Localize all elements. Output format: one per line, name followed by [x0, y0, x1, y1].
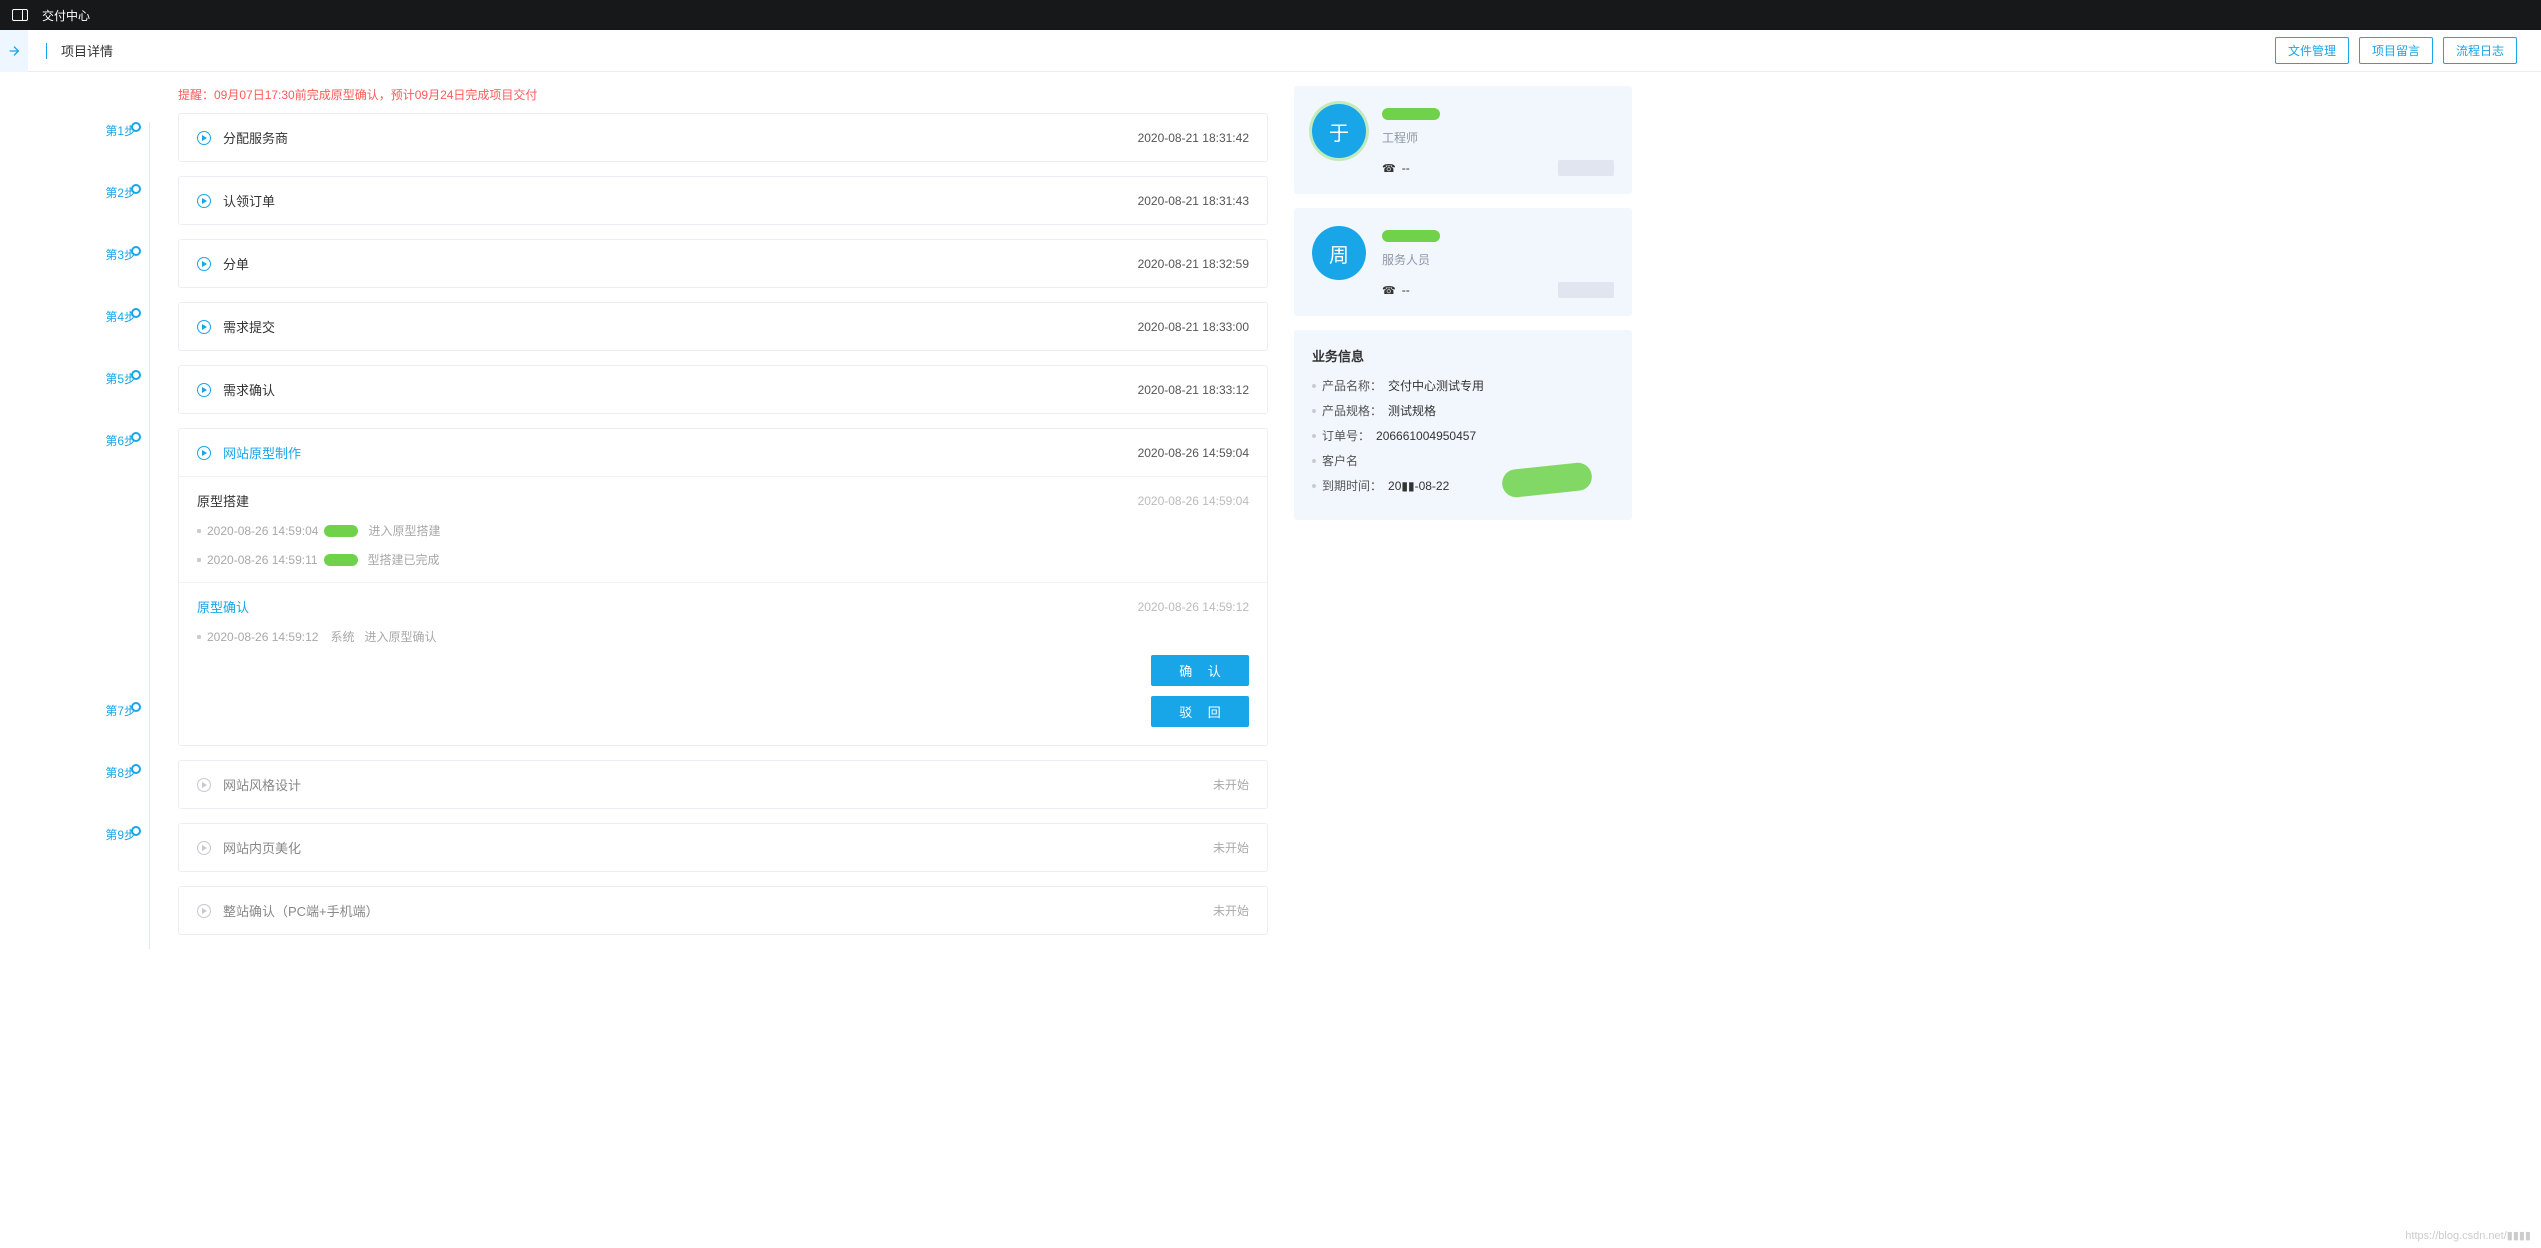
contact-phone: --: [1382, 282, 1614, 298]
contact-card-1: 于工程师 --: [1294, 86, 1632, 194]
step-card-title: 网站风格设计: [223, 775, 301, 794]
step-card-title: 认领订单: [223, 191, 275, 210]
step-label-2: 第2步: [48, 184, 178, 246]
step-card-time: 2020-08-21 18:33:00: [1138, 320, 1249, 334]
biz-heading: 业务信息: [1312, 346, 1614, 365]
play-circle-icon: [197, 446, 211, 460]
step-card-time: 2020-08-21 18:33:12: [1138, 383, 1249, 397]
sub-section: 原型搭建 2020-08-26 14:59:04 2020-08-26 14:59:…: [179, 476, 1267, 582]
page-body: 第1步第2步第3步第4步第5步第6步第7步第8步第9步 提醒：09月07日17:…: [0, 72, 2541, 949]
step-card-time: 2020-08-21 18:32:59: [1138, 257, 1249, 271]
app-logo-icon: [12, 9, 28, 21]
file-mgmt-button[interactable]: 文件管理: [2275, 37, 2349, 64]
step-label-3: 第3步: [48, 246, 178, 308]
redacted-smear-icon: [324, 554, 358, 566]
project-msg-button[interactable]: 项目留言: [2359, 37, 2433, 64]
step-card-title: 分单: [223, 254, 249, 273]
step-card-time: 未开始: [1213, 776, 1249, 793]
contact-role: 工程师: [1382, 129, 1614, 146]
redacted-badge: [1558, 282, 1614, 298]
step-card-3[interactable]: 分单 2020-08-21 18:32:59: [178, 239, 1268, 288]
step-label-4: 第4步: [48, 308, 178, 370]
step-card-9[interactable]: 整站确认（PC端+手机端） 未开始: [178, 886, 1268, 935]
step-rail: 第1步第2步第3步第4步第5步第6步第7步第8步第9步: [48, 86, 178, 949]
contact-role: 服务人员: [1382, 251, 1614, 268]
watermark: https://blog.csdn.net/▮▮▮▮: [2405, 1229, 2531, 1242]
step-card-time: 未开始: [1213, 839, 1249, 856]
play-circle-icon: [197, 320, 211, 334]
redacted-smear-icon: [324, 525, 358, 537]
play-circle-icon: [197, 131, 211, 145]
right-column: 于工程师 -- 周服务人员 -- 业务信息 产品名称：交付中心测试专用产品规格：测试规…: [1294, 86, 1664, 949]
phone-icon: [1382, 161, 1396, 175]
play-circle-icon: [197, 383, 211, 397]
biz-row: 产品规格：测试规格: [1312, 402, 1614, 419]
biz-row: 产品名称：交付中心测试专用: [1312, 377, 1614, 394]
page-icon: [0, 30, 28, 72]
log-entry: 2020-08-26 14:59:11型搭建已完成: [197, 551, 1249, 568]
step-card-7[interactable]: 网站风格设计 未开始: [178, 760, 1268, 809]
sub-section: 原型确认 2020-08-26 14:59:12 2020-08-26 14:59:…: [179, 582, 1267, 659]
step-card-2[interactable]: 认领订单 2020-08-21 18:31:43: [178, 176, 1268, 225]
step-card-title: 需求确认: [223, 380, 275, 399]
step-card-1[interactable]: 分配服务商 2020-08-21 18:31:42: [178, 113, 1268, 162]
page-title: 项目详情: [61, 41, 113, 60]
step-card-4[interactable]: 需求提交 2020-08-21 18:33:00: [178, 302, 1268, 351]
biz-row: 订单号：206661004950457: [1312, 427, 1614, 444]
step-card-time: 未开始: [1213, 902, 1249, 919]
contact-info: 工程师 --: [1382, 104, 1614, 176]
redacted-smear-icon: [1382, 230, 1440, 242]
step-label-9: 第9步: [48, 826, 178, 888]
step-label-7: 第7步: [48, 702, 178, 764]
step-label-8: 第8步: [48, 764, 178, 826]
step-card-5[interactable]: 需求确认 2020-08-21 18:33:12: [178, 365, 1268, 414]
biz-info-card: 业务信息 产品名称：交付中心测试专用产品规格：测试规格订单号：206661004…: [1294, 330, 1632, 520]
step-card-title: 需求提交: [223, 317, 275, 336]
step-label-6: 第6步: [48, 432, 178, 702]
reminder-text: 提醒：09月07日17:30前完成原型确认，预计09月24日完成项目交付: [178, 86, 1268, 113]
contact-phone: --: [1382, 160, 1614, 176]
play-circle-icon: [197, 257, 211, 271]
step-card-time: 2020-08-21 18:31:43: [1138, 194, 1249, 208]
play-circle-icon: [197, 778, 211, 792]
sub-section-title: 原型确认: [197, 597, 249, 616]
contact-card-2: 周服务人员 --: [1294, 208, 1632, 316]
step-label-1: 第1步: [48, 122, 178, 184]
sub-section-time: 2020-08-26 14:59:04: [1138, 494, 1249, 508]
avatar: 周: [1312, 226, 1366, 280]
sub-header: 项目详情 文件管理 项目留言 流程日志: [0, 30, 2541, 72]
step-card-title: 网站内页美化: [223, 838, 301, 857]
step-card-title: 分配服务商: [223, 128, 288, 147]
step-card-title: 网站原型制作: [223, 443, 301, 462]
sub-section-time: 2020-08-26 14:59:12: [1138, 600, 1249, 614]
header-actions: 文件管理 项目留言 流程日志: [2275, 37, 2541, 64]
main-column: 提醒：09月07日17:30前完成原型确认，预计09月24日完成项目交付 分配服…: [178, 86, 1268, 949]
avatar: 于: [1312, 104, 1366, 158]
flow-log-button[interactable]: 流程日志: [2443, 37, 2517, 64]
play-circle-icon: [197, 904, 211, 918]
redacted-badge: [1558, 160, 1614, 176]
step-card-time: 2020-08-21 18:31:42: [1138, 131, 1249, 145]
top-bar: 交付中心: [0, 0, 2541, 30]
log-entry: 2020-08-26 14:59:04进入原型搭建: [197, 522, 1249, 539]
reject-button[interactable]: 驳 回: [1151, 696, 1249, 727]
step-label-5: 第5步: [48, 370, 178, 432]
contact-info: 服务人员 --: [1382, 226, 1614, 298]
step-card-time: 2020-08-26 14:59:04: [1138, 446, 1249, 460]
step-card-8[interactable]: 网站内页美化 未开始: [178, 823, 1268, 872]
breadcrumb-separator: [46, 43, 47, 59]
play-circle-icon: [197, 841, 211, 855]
play-circle-icon: [197, 194, 211, 208]
app-title: 交付中心: [42, 7, 90, 24]
confirm-button[interactable]: 确 认: [1151, 655, 1249, 686]
step-card-6[interactable]: 网站原型制作 2020-08-26 14:59:04 原型搭建 2020-08-26 …: [178, 428, 1268, 746]
card-actions: 确 认驳 回: [179, 655, 1267, 745]
phone-icon: [1382, 283, 1396, 297]
redacted-smear-icon: [1382, 108, 1440, 120]
log-entry: 2020-08-26 14:59:12系统进入原型确认: [197, 628, 1249, 645]
sub-section-title: 原型搭建: [197, 491, 249, 510]
step-card-title: 整站确认（PC端+手机端）: [223, 901, 379, 920]
